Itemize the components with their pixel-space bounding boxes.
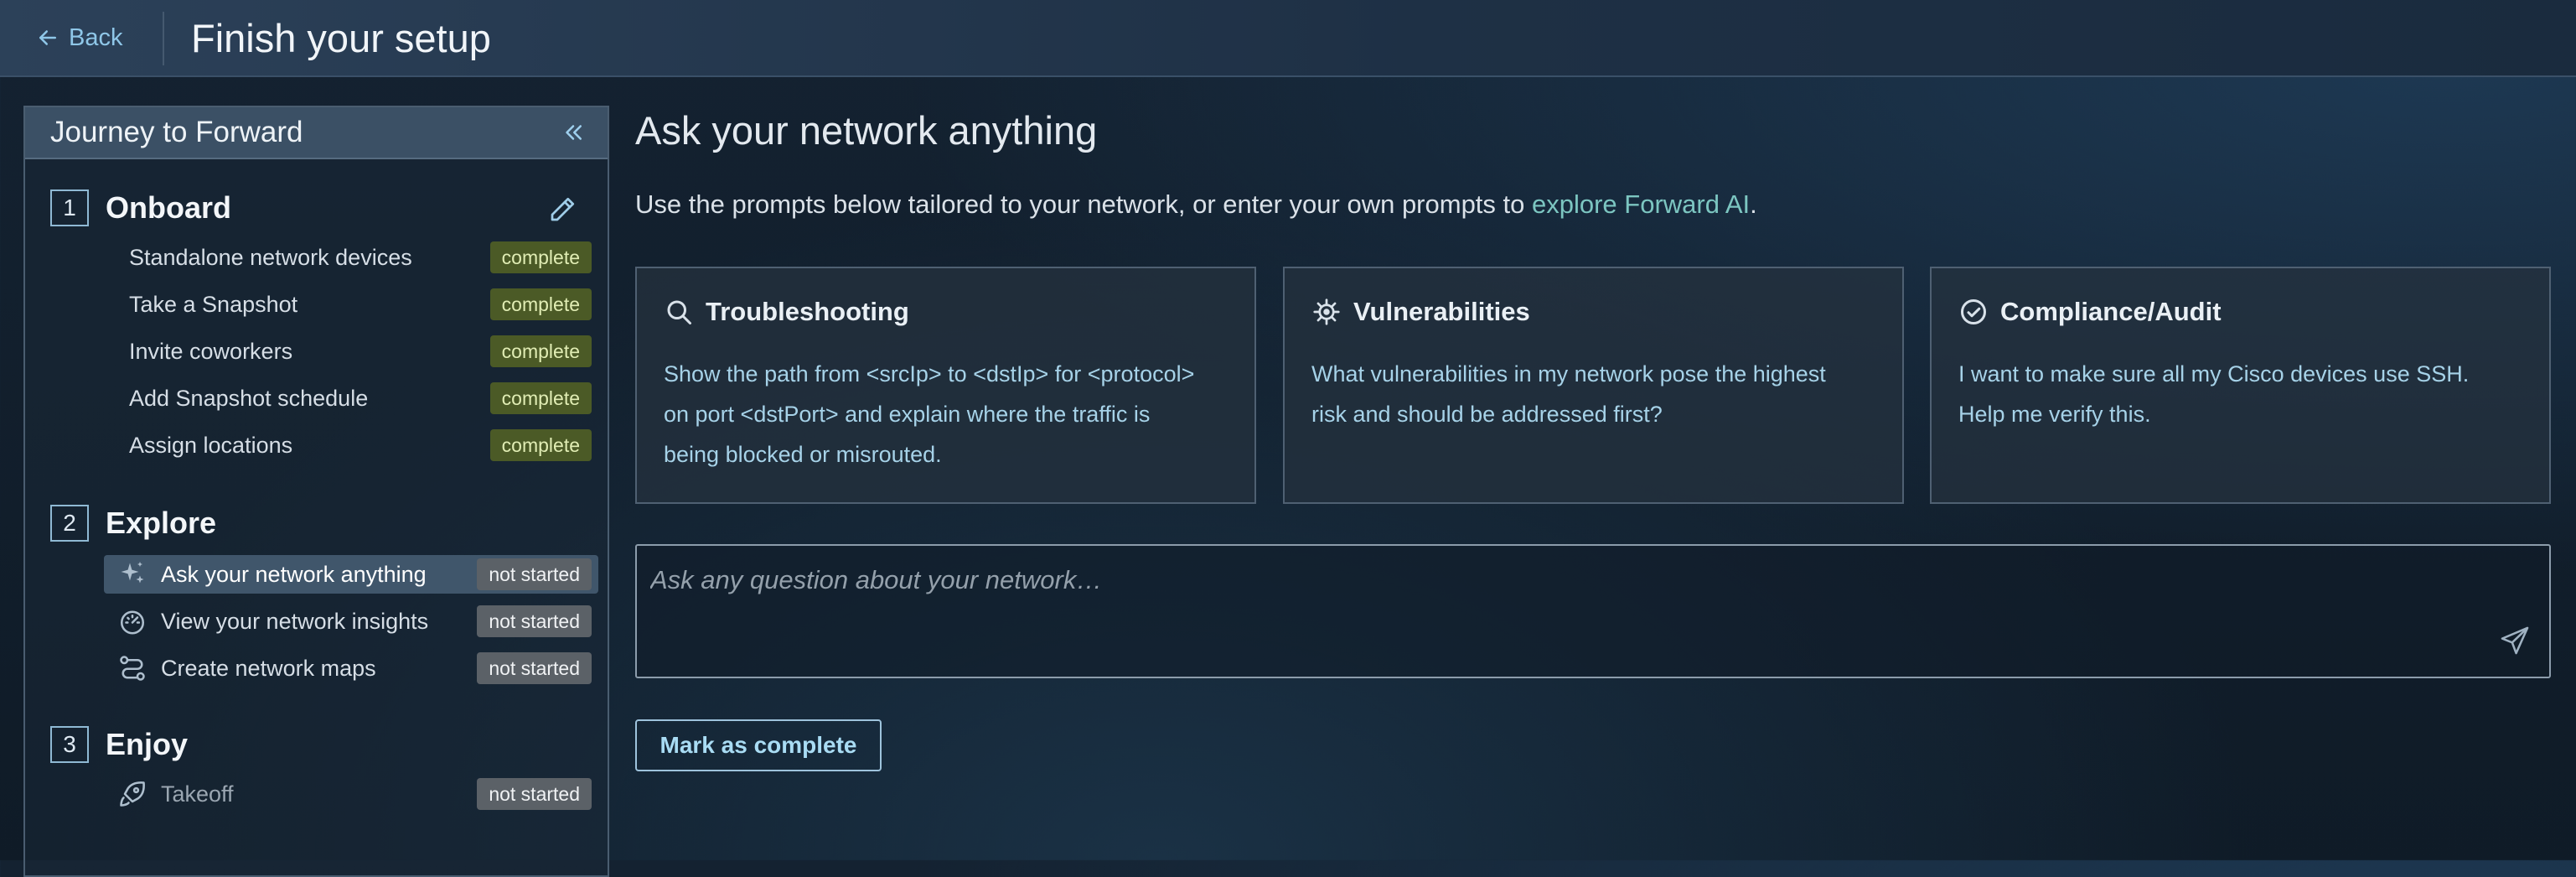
card-head: Troubleshooting	[664, 297, 909, 327]
status-badge: complete	[489, 382, 592, 414]
card-line: on port <dstPort> and explain where the …	[664, 402, 1151, 427]
section-enjoy: 3 Enjoy	[25, 724, 608, 765]
send-icon[interactable]	[2499, 625, 2531, 656]
card-line: I want to make sure all my Cisco devices…	[1958, 361, 2470, 387]
check-circle-icon	[1961, 299, 1986, 324]
section-title: Explore	[106, 506, 217, 540]
card-line: Help me verify this.	[1958, 402, 2151, 427]
section-explore: 2 Explore	[25, 503, 608, 543]
task-label: Ask your network anything	[161, 561, 427, 587]
page-title: Finish your setup	[191, 16, 491, 60]
search-icon	[667, 300, 691, 324]
task-left: Create network maps	[117, 653, 376, 683]
task-label: View your network insights	[161, 608, 429, 634]
task-label: Standalone network devices	[129, 244, 412, 270]
section-onboard: 1 Onboard	[25, 188, 608, 228]
task-assign-locations[interactable]: Assign locations complete	[117, 426, 598, 464]
card-head: Compliance/Audit	[1958, 297, 2222, 327]
description-text: Use the prompts below tailored to your n…	[635, 189, 1532, 219]
prompt-card-vulnerabilities[interactable]: Vulnerabilities What vulnerabilities in …	[1283, 267, 1904, 504]
section-title: Enjoy	[106, 727, 189, 761]
task-standalone-network-devices[interactable]: Standalone network devices complete	[117, 238, 598, 277]
task-view-your-network-insights[interactable]: View your network insights not started	[104, 602, 598, 641]
card-line: Show the path from <srcIp> to <dstIp> fo…	[664, 361, 1195, 387]
task-label: Create network maps	[161, 655, 376, 681]
top-bar: Back Finish your setup	[0, 0, 2576, 77]
status-badge: not started	[477, 778, 592, 810]
step-number: 1	[50, 189, 89, 226]
card-title: Compliance/Audit	[2000, 297, 2222, 326]
card-head: Vulnerabilities	[1311, 297, 1530, 327]
task-label: Assign locations	[129, 432, 293, 458]
back-label: Back	[69, 23, 123, 51]
explore-forward-ai-link[interactable]: explore Forward AI	[1532, 189, 1750, 219]
section-head-explore: 2 Explore	[25, 503, 608, 543]
step-number: 3	[50, 726, 89, 763]
back-button[interactable]: Back	[35, 18, 122, 57]
status-badge: complete	[489, 288, 592, 320]
card-title: Troubleshooting	[706, 297, 909, 326]
status-badge: not started	[477, 652, 592, 684]
rocket-icon	[120, 781, 145, 807]
card-body: I want to make sure all my Cisco devices…	[1958, 354, 2528, 434]
card-title: Vulnerabilities	[1353, 297, 1530, 326]
task-label: Take a Snapshot	[129, 291, 298, 317]
status-badge: complete	[489, 429, 592, 461]
arrow-left-icon	[39, 30, 56, 45]
task-label: Add Snapshot schedule	[129, 385, 369, 411]
prompt-card-troubleshooting[interactable]: Troubleshooting Show the path from <srcI…	[635, 267, 1256, 504]
task-take-a-snapshot[interactable]: Take a Snapshot complete	[117, 285, 598, 324]
header-divider	[163, 12, 164, 65]
task-takeoff[interactable]: Takeoff not started	[104, 775, 598, 813]
task-left: Ask your network anything	[117, 559, 427, 589]
task-add-snapshot-schedule[interactable]: Add Snapshot schedule complete	[117, 379, 598, 418]
task-left: View your network insights	[117, 606, 428, 636]
card-line: being blocked or misrouted.	[664, 442, 942, 467]
prompt-card-compliance-audit[interactable]: Compliance/Audit I want to make sure all…	[1930, 267, 2551, 504]
double-chevron-left-icon[interactable]	[561, 120, 586, 145]
description-suffix: .	[1750, 189, 1757, 219]
sparkle-icon	[121, 562, 144, 584]
card-line: What vulnerabilities in my network pose …	[1311, 361, 1826, 387]
ask-question-box	[635, 544, 2551, 678]
task-create-network-maps[interactable]: Create network maps not started	[104, 649, 598, 688]
card-body: Show the path from <srcIp> to <dstIp> fo…	[664, 354, 1234, 475]
task-left: Takeoff	[117, 779, 234, 809]
status-badge: complete	[489, 241, 592, 273]
status-badge: complete	[489, 335, 592, 367]
task-invite-coworkers[interactable]: Invite coworkers complete	[117, 332, 598, 371]
main-title: Ask your network anything	[635, 108, 1098, 153]
section-head-enjoy: 3 Enjoy	[25, 724, 608, 765]
journey-sidebar: Journey to Forward 1 Onboard Standalone …	[23, 106, 609, 877]
gauge-icon	[120, 610, 145, 635]
pencil-icon[interactable]	[547, 195, 577, 225]
mark-as-complete-button[interactable]: Mark as complete	[635, 719, 882, 771]
sidebar-header: Journey to Forward	[25, 107, 608, 159]
main-description: Use the prompts below tailored to your n…	[635, 186, 1757, 223]
card-body: What vulnerabilities in my network pose …	[1311, 354, 1881, 434]
task-label: Invite coworkers	[129, 338, 293, 364]
step-number: 2	[50, 505, 89, 542]
task-label: Takeoff	[161, 781, 234, 807]
task-ask-your-network-anything[interactable]: Ask your network anything not started	[104, 555, 598, 594]
section-title: Onboard	[106, 190, 231, 225]
sidebar-title: Journey to Forward	[50, 116, 303, 148]
route-icon	[120, 656, 145, 681]
ask-question-input[interactable]	[649, 554, 2479, 606]
status-badge: not started	[477, 558, 592, 590]
card-line: risk and should be addressed first?	[1311, 402, 1663, 427]
virus-icon	[1313, 298, 1340, 325]
status-badge: not started	[477, 605, 592, 637]
section-head-onboard: 1 Onboard	[25, 188, 608, 228]
